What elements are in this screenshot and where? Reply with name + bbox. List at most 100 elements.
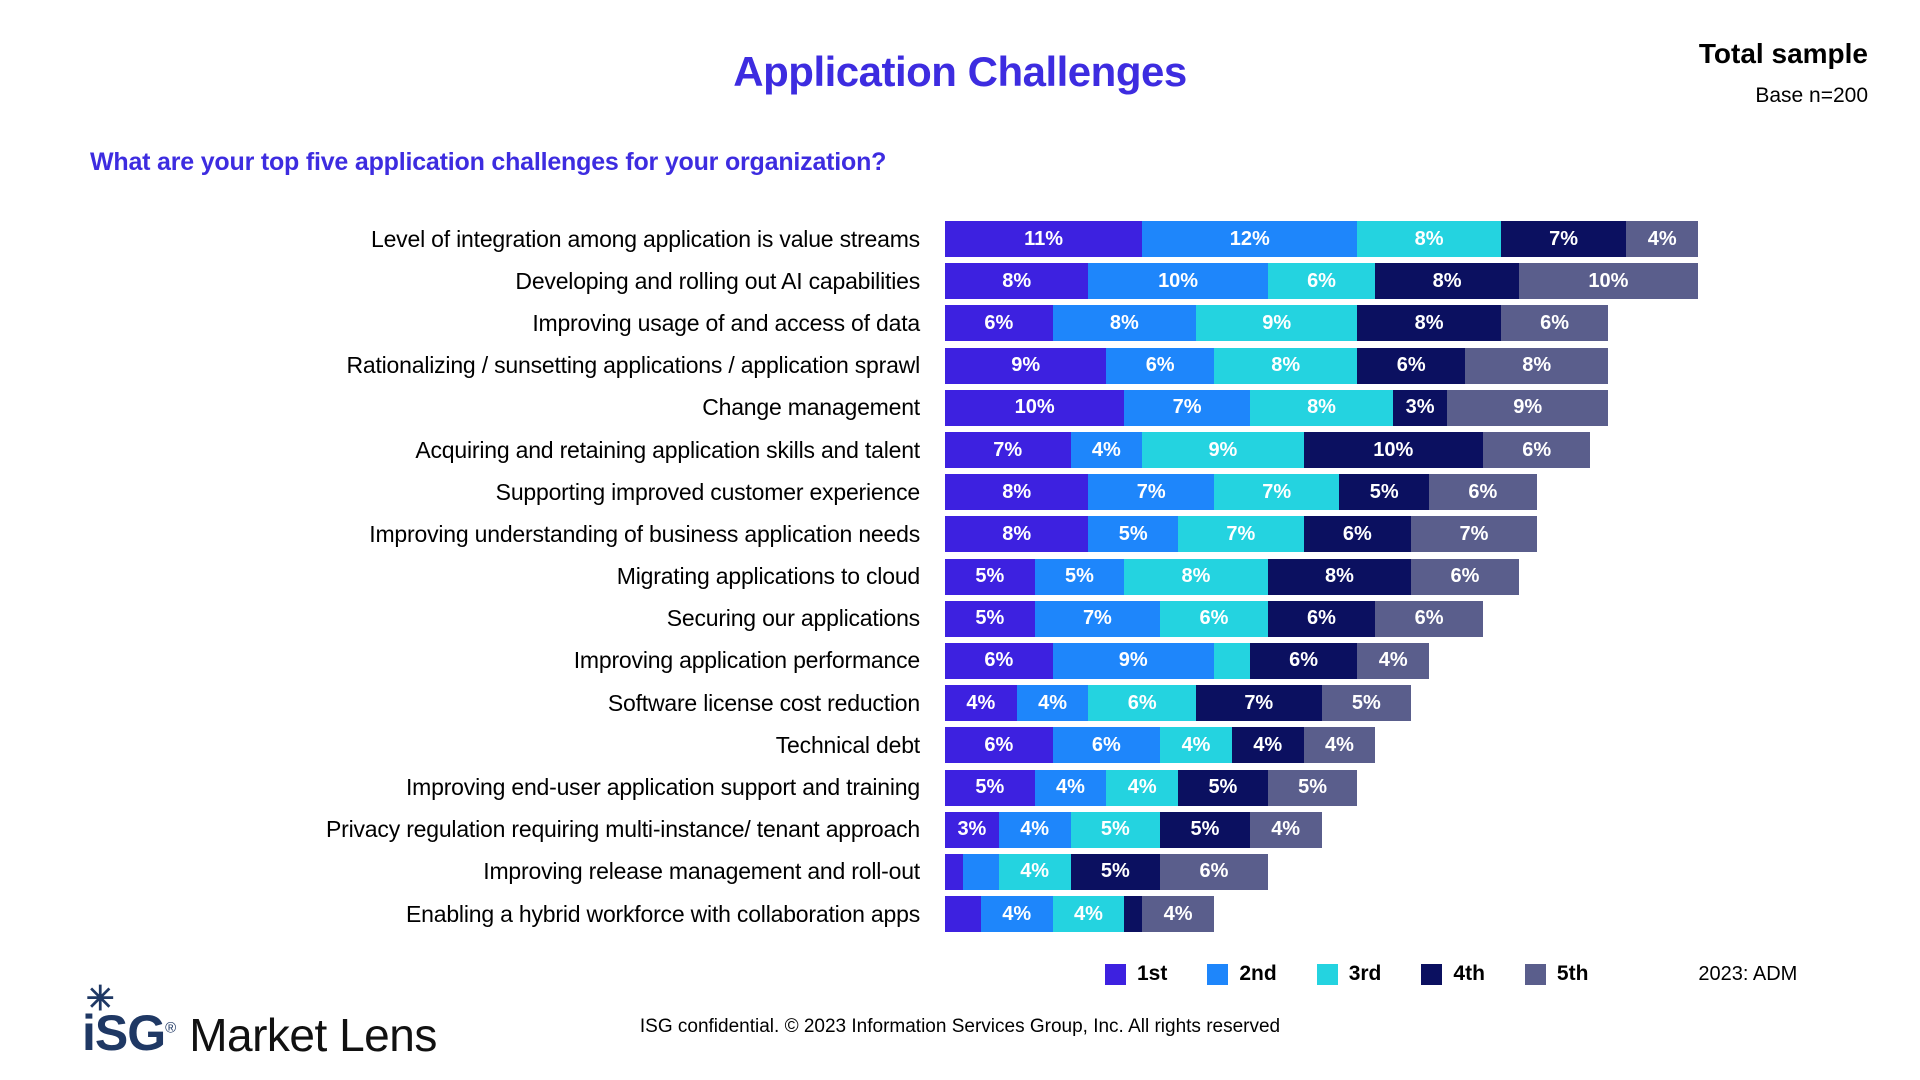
bar-segment-3rd: 6% <box>1267 263 1376 300</box>
bar-segment-4th: 4% <box>1231 727 1304 764</box>
category-label: Enabling a hybrid workforce with collabo… <box>406 900 920 927</box>
bar-segment-4th: 8% <box>1375 263 1519 300</box>
stacked-bar: 5% 4% 4% 5% 5% <box>945 769 1358 806</box>
page-footer: ✳ iSG® Market Lens ISG confidential. © 2… <box>0 970 1920 1080</box>
bar-segment-4th: 10% <box>1303 432 1483 469</box>
sample-title: Total sample <box>1698 38 1868 69</box>
bar-segment-3rd: 4% <box>1052 896 1125 933</box>
chart-row: Improving application performance 6% 9% 6% 4… <box>0 640 1920 682</box>
bar-segment-5th: 10% <box>1518 263 1699 300</box>
bar-segment-3rd: 7% <box>1213 474 1340 511</box>
chart-row: Change management 10% 7% 8% 3% 9% <box>0 387 1920 429</box>
chart-row: Rationalizing / sunsetting applications … <box>0 345 1920 387</box>
bar-segment-3rd: 4% <box>1160 727 1232 764</box>
bar-segment-1st: 8% <box>945 516 1089 553</box>
bar-segment-1st: 3% <box>945 811 999 848</box>
stacked-bar: 6% 9% 6% 4% <box>945 642 1430 679</box>
bar-segment-2nd: 4% <box>998 811 1071 848</box>
bar-segment-5th: 4% <box>1303 727 1376 764</box>
copyright-text: ISG confidential. © 2023 Information Ser… <box>639 1016 1281 1037</box>
category-label: Developing and rolling out AI capabiliti… <box>515 267 920 294</box>
bar-segment-2nd: 7% <box>1088 474 1214 511</box>
bar-segment-2nd: 7% <box>1124 389 1250 426</box>
bar-segment-3rd: 8% <box>1357 221 1501 258</box>
category-label: Technical debt <box>775 731 920 758</box>
bar-segment-1st: 5% <box>945 558 1035 595</box>
chart-header: Application Challenges Total sample Base… <box>0 0 1920 176</box>
bar-segment-1st <box>945 896 981 933</box>
bar-segment-5th: 6% <box>1160 853 1268 890</box>
bar-segment-5th: 9% <box>1447 389 1609 426</box>
bar-segment-3rd: 6% <box>1088 685 1197 722</box>
stacked-bar: 5% 7% 6% 6% 6% <box>945 600 1483 637</box>
registered-mark: ® <box>165 1019 176 1037</box>
stacked-bar: 5% 5% 8% 8% 6% <box>945 558 1519 595</box>
bar-segment-2nd: 4% <box>980 896 1053 933</box>
stacked-bar-chart: Level of integration among application i… <box>0 218 1920 935</box>
bar-segment-3rd: 8% <box>1213 347 1358 384</box>
bar-segment-1st: 6% <box>945 642 1053 679</box>
chart-row: Level of integration among application i… <box>0 218 1920 260</box>
category-label: Acquiring and retaining application skil… <box>415 436 920 463</box>
bar-segment-5th: 4% <box>1626 221 1699 258</box>
bar-segment-5th: 6% <box>1429 474 1537 511</box>
bar-segment-2nd: 4% <box>1016 685 1089 722</box>
bar-segment-2nd: 4% <box>1034 769 1107 806</box>
bar-segment-1st <box>945 853 963 890</box>
bar-segment-5th: 6% <box>1411 558 1519 595</box>
bar-segment-5th: 6% <box>1482 432 1591 469</box>
bar-segment-5th: 6% <box>1375 600 1483 637</box>
bar-segment-2nd: 10% <box>1088 263 1268 300</box>
category-label: Privacy regulation requiring multi-insta… <box>326 816 920 843</box>
survey-question: What are your top five application chall… <box>90 148 887 176</box>
bar-segment-4th: 6% <box>1357 347 1465 384</box>
stacked-bar: 8% 7% 7% 5% 6% <box>945 474 1537 511</box>
chart-row: Improving usage of and access of data 6% 8… <box>0 302 1920 344</box>
bar-segment-5th: 4% <box>1357 642 1430 679</box>
chart-row: Migrating applications to cloud 5% 5% 8% 8% 6… <box>0 556 1920 598</box>
category-label: Securing our applications <box>666 605 920 632</box>
bar-segment-5th: 8% <box>1464 347 1609 384</box>
bar-segment-1st: 6% <box>945 305 1053 342</box>
stacked-bar: 3% 4% 5% 5% 4% <box>945 811 1322 848</box>
stacked-bar: 4% 4% 6% 7% 5% <box>945 685 1412 722</box>
bar-segment-2nd: 12% <box>1142 221 1358 258</box>
bar-segment-5th: 6% <box>1500 305 1609 342</box>
bar-segment-3rd: 4% <box>1106 769 1179 806</box>
bar-segment-1st: 4% <box>945 685 1017 722</box>
chart-row: Software license cost reduction 4% 4% 6% 7% 5… <box>0 682 1920 724</box>
bar-segment-4th: 5% <box>1160 811 1250 848</box>
isg-market-lens-logo: ✳ iSG® Market Lens <box>82 982 437 1058</box>
bar-segment-4th: 5% <box>1070 853 1161 890</box>
bar-segment-5th: 7% <box>1411 516 1537 553</box>
category-label: Rationalizing / sunsetting applications … <box>346 352 920 379</box>
bar-segment-3rd: 9% <box>1142 432 1304 469</box>
category-label: Improving understanding of business appl… <box>369 520 920 547</box>
bar-segment-3rd: 8% <box>1124 558 1268 595</box>
stacked-bar: 8% 10% 6% 8% 10% <box>945 263 1699 300</box>
bar-segment-2nd: 7% <box>1034 600 1161 637</box>
bar-segment-1st: 7% <box>945 432 1071 469</box>
bar-segment-1st: 9% <box>945 347 1107 384</box>
bar-segment-2nd: 9% <box>1052 642 1214 679</box>
category-label: Software license cost reduction <box>607 689 920 716</box>
chart-row: Improving end-user application support a… <box>0 766 1920 808</box>
bar-segment-2nd: 4% <box>1070 432 1143 469</box>
chart-row: Enabling a hybrid workforce with collabo… <box>0 893 1920 935</box>
page-title: Application Challenges <box>733 48 1187 95</box>
bar-segment-4th: 3% <box>1393 389 1448 426</box>
category-label: Improving usage of and access of data <box>532 309 920 336</box>
isg-wordmark: ✳ iSG® <box>82 982 176 1058</box>
bar-segment-5th: 4% <box>1249 811 1322 848</box>
bar-segment-4th: 6% <box>1249 642 1358 679</box>
category-label: Supporting improved customer experience <box>495 478 921 505</box>
category-label: Change management <box>702 394 920 421</box>
chart-row: Acquiring and retaining application skil… <box>0 429 1920 471</box>
bar-segment-4th: 5% <box>1178 769 1268 806</box>
stacked-bar: 6% 6% 4% 4% 4% <box>945 727 1376 764</box>
bar-segment-1st: 5% <box>945 600 1035 637</box>
chart-row: Supporting improved customer experience 8… <box>0 471 1920 513</box>
stacked-bar: 9% 6% 8% 6% 8% <box>945 347 1609 384</box>
bar-segment-3rd: 6% <box>1160 600 1268 637</box>
sample-info: Total sample Base n=200 <box>1699 38 1868 108</box>
